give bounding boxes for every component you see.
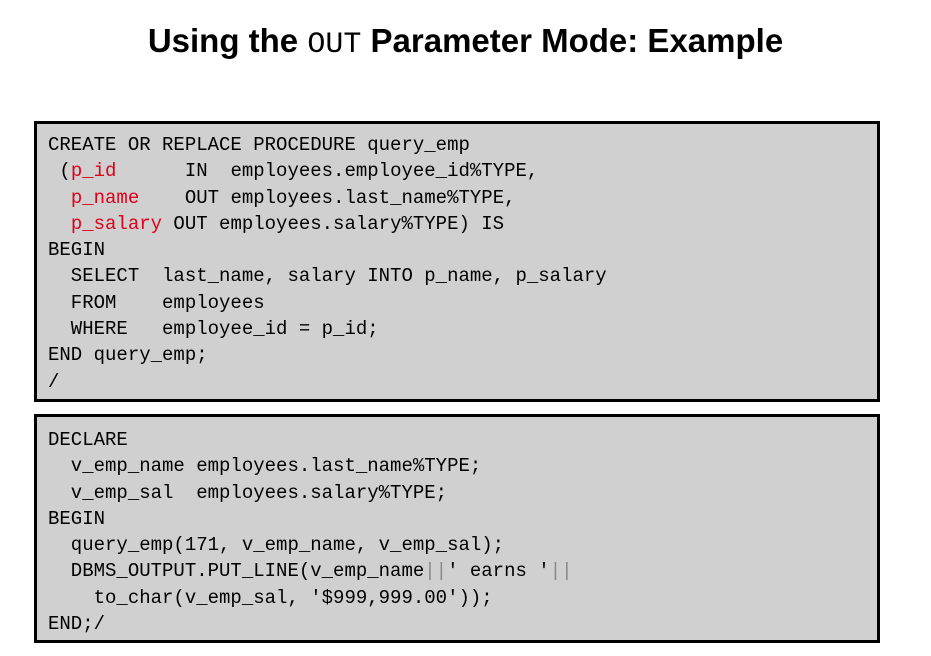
page-title: Using the OUT Parameter Mode: Example <box>0 22 931 62</box>
code-line: WHERE employee_id = p_id; <box>48 316 877 342</box>
code-text: ' earns ' <box>447 560 550 583</box>
code-line: BEGIN <box>48 506 877 532</box>
code-line: SELECT last_name, salary INTO p_name, p_… <box>48 263 877 289</box>
code-text: ( <box>48 160 71 183</box>
code-text: SELECT last_name, salary INTO p_name, p_… <box>48 265 607 288</box>
parameter-name: p_salary <box>70 212 163 235</box>
parameter-name: p_id <box>70 160 117 183</box>
code-text: || <box>549 560 573 583</box>
title-text-after: Parameter Mode: Example <box>361 22 784 59</box>
code-line: v_emp_name employees.last_name%TYPE; <box>48 453 877 479</box>
code-text: v_emp_sal employees.salary%TYPE; <box>48 481 448 504</box>
code-line: v_emp_sal employees.salary%TYPE; <box>48 480 877 506</box>
code-text: v_emp_name employees.last_name%TYPE; <box>48 455 482 478</box>
code-text: WHERE employee_id = p_id; <box>48 318 379 341</box>
code-line: (p_id IN employees.employee_id%TYPE, <box>48 158 877 184</box>
code-text: CREATE OR REPLACE PROCEDURE query_emp <box>48 134 470 156</box>
code-text: OUT employees.salary%TYPE) IS <box>162 212 505 235</box>
code-text: BEGIN <box>48 507 106 530</box>
code-text: || <box>424 560 448 583</box>
title-text-before: Using the <box>147 22 308 59</box>
code-text: END query_emp; <box>48 344 208 367</box>
code-line: / <box>48 369 877 395</box>
code-line: DBMS_OUTPUT.PUT_LINE(v_emp_name||' earns… <box>48 558 877 584</box>
code-line: p_name OUT employees.last_name%TYPE, <box>48 185 877 211</box>
code-text: END;/ <box>48 613 106 636</box>
procedure-code-block: CREATE OR REPLACE PROCEDURE query_emp (p… <box>34 121 880 402</box>
code-text: FROM employees <box>48 291 265 314</box>
code-text: IN employees.employee_id%TYPE, <box>116 160 539 183</box>
code-line: query_emp(171, v_emp_name, v_emp_sal); <box>48 532 877 558</box>
code-text: query_emp(171, v_emp_name, v_emp_sal); <box>48 534 505 557</box>
anonymous-block-code: DECLARE v_emp_name employees.last_name%T… <box>34 414 880 643</box>
code-text: DECLARE <box>48 429 128 451</box>
code-line: CREATE OR REPLACE PROCEDURE query_emp <box>48 132 877 158</box>
code-line: END;/ <box>48 611 877 637</box>
code-line: p_salary OUT employees.salary%TYPE) IS <box>48 211 877 237</box>
code-line: DECLARE <box>48 427 877 453</box>
code-text: DBMS_OUTPUT.PUT_LINE(v_emp_name <box>48 560 425 583</box>
code-text: BEGIN <box>48 239 106 262</box>
code-line: FROM employees <box>48 290 877 316</box>
code-line: END query_emp; <box>48 342 877 368</box>
code-text: OUT employees.last_name%TYPE, <box>139 186 516 209</box>
title-code-keyword: OUT <box>307 28 362 62</box>
code-line: to_char(v_emp_sal, '$999,999.00')); <box>48 585 877 611</box>
code-text: / <box>48 370 60 393</box>
parameter-name: p_name <box>70 186 140 209</box>
code-line: BEGIN <box>48 237 877 263</box>
code-text: to_char(v_emp_sal, '$999,999.00')); <box>48 586 493 609</box>
